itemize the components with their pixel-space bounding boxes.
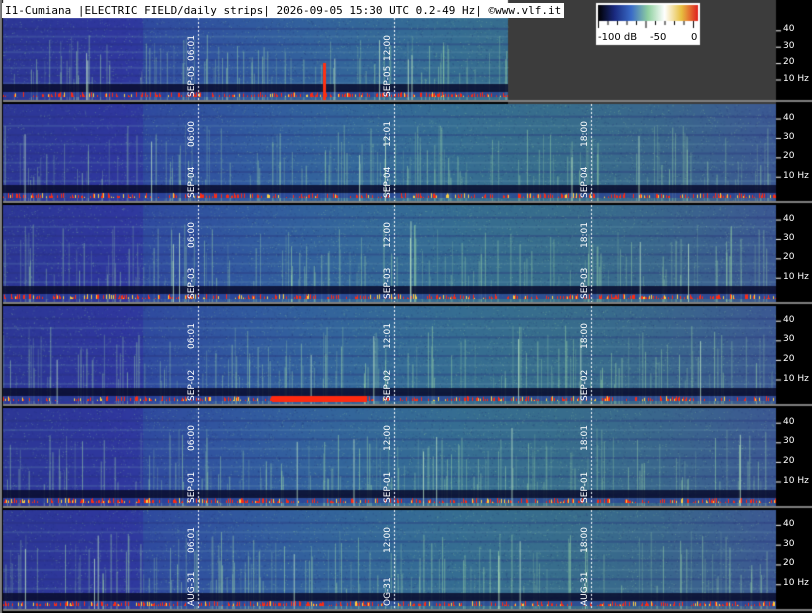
frequency-tick-label: 30	[783, 131, 795, 142]
page-title: I1-Cumiana |ELECTRIC FIELD/daily strips|…	[2, 3, 565, 18]
colorbar-labels: -100 dB -50 0	[598, 32, 698, 44]
frequency-tick-label: 10 Hz	[783, 373, 809, 384]
frequency-tick-label: 30	[783, 334, 795, 345]
frequency-tick-label: 40	[783, 213, 795, 224]
marker-date-label: SEP-05	[383, 65, 393, 97]
marker-time-label: 12:00	[383, 527, 393, 553]
marker-date-label: SEP-01	[580, 471, 590, 503]
marker-date-label: AUG-31	[187, 571, 197, 606]
spectrogram-canvas	[0, 0, 812, 613]
frequency-tick-label: 40	[783, 24, 795, 35]
marker-time-label: 06:00	[187, 222, 197, 248]
marker-date-label: SEP-03	[383, 267, 393, 299]
frequency-tick-label: 30	[783, 436, 795, 447]
marker-date-label: SEP-03	[580, 267, 590, 299]
frequency-tick-label: 30	[783, 538, 795, 549]
marker-time-label: 06:00	[187, 425, 197, 451]
marker-date-label: SEP-04	[580, 166, 590, 198]
frequency-tick-label: 10 Hz	[783, 271, 809, 282]
frequency-tick-label: 40	[783, 314, 795, 325]
marker-time-label: 06:01	[187, 323, 197, 349]
colorbar-mid-label: -50	[650, 32, 667, 43]
frequency-tick-label: 20	[783, 57, 795, 68]
marker-time-label: 12:00	[383, 35, 393, 61]
marker-date-label: SEP-05	[187, 65, 197, 97]
marker-date-label: SEP-04	[383, 166, 393, 198]
marker-time-label: 18:00	[580, 527, 590, 553]
colorbar-max-label: 0	[691, 32, 698, 43]
frequency-tick-label: 20	[783, 558, 795, 569]
marker-time-label: 12:00	[383, 222, 393, 248]
marker-time-label: 06:01	[187, 527, 197, 553]
frequency-tick-label: 30	[783, 232, 795, 243]
marker-time-label: 12:00	[383, 425, 393, 451]
marker-date-label: SEP-03	[187, 267, 197, 299]
frequency-tick-label: 10 Hz	[783, 73, 809, 84]
frequency-tick-label: 20	[783, 455, 795, 466]
frequency-tick-label: 40	[783, 112, 795, 123]
frequency-tick-label: 10 Hz	[783, 475, 809, 486]
marker-date-label: SEP-01	[187, 471, 197, 503]
marker-date-label: SEP-01	[383, 471, 393, 503]
marker-time-label: 06:00	[187, 121, 197, 147]
frequency-tick-label: 20	[783, 353, 795, 364]
frequency-tick-label: 40	[783, 416, 795, 427]
marker-time-label: 12:01	[383, 121, 393, 147]
frequency-tick-label: 10 Hz	[783, 578, 809, 589]
marker-time-label: 12:01	[383, 323, 393, 349]
marker-date-label: OG-31	[383, 577, 393, 606]
frequency-tick-label: 40	[783, 518, 795, 529]
marker-date-label: SEP-02	[383, 369, 393, 401]
marker-date-label: SEP-02	[580, 369, 590, 401]
marker-time-label: 18:00	[580, 121, 590, 147]
marker-time-label: 18:01	[580, 425, 590, 451]
marker-time-label: 18:00	[580, 323, 590, 349]
marker-date-label: AUG-31	[580, 571, 590, 606]
frequency-tick-label: 10 Hz	[783, 170, 809, 181]
colorbar-min-label: -100 dB	[598, 32, 638, 43]
marker-date-label: SEP-02	[187, 369, 197, 401]
frequency-tick-label: 20	[783, 252, 795, 263]
frequency-tick-label: 30	[783, 40, 795, 51]
marker-date-label: SEP-04	[187, 166, 197, 198]
marker-time-label: 06:01	[187, 35, 197, 61]
frequency-tick-label: 20	[783, 151, 795, 162]
marker-time-label: 18:01	[580, 222, 590, 248]
